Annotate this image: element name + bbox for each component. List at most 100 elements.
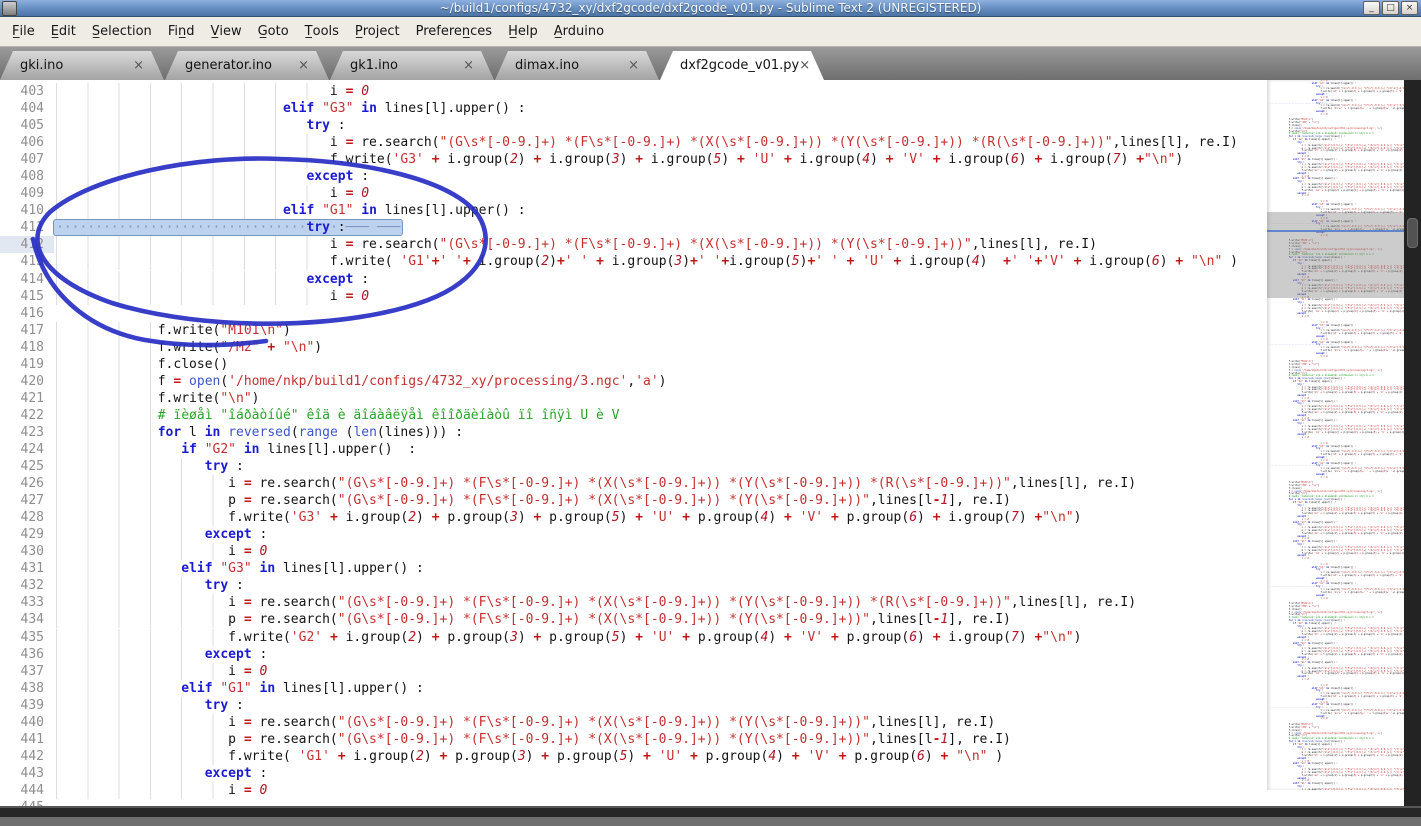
line-number: 418 <box>20 339 44 355</box>
line-number: 442 <box>20 748 44 764</box>
indent-guides <box>56 355 158 373</box>
line-number: 437 <box>20 663 44 679</box>
code-line: 434 p = re.search("(G\s*[-0-9.]+) *(F\s*[… <box>0 611 1267 629</box>
line-number: 422 <box>20 407 44 423</box>
menu-selection[interactable]: S̲election <box>84 21 160 42</box>
menu-find[interactable]: Fin̲d <box>160 21 203 42</box>
indent-guides <box>56 458 205 476</box>
code-line: 440 i = re.search("(G\s*[-0-9.]+) *(F\s*[… <box>0 713 1267 731</box>
code-line: 422 # ïèøåì "îáðàòíûé" êîä è äîáàâëÿåì êî… <box>0 406 1267 424</box>
code-line: 421 f.write("\n") <box>0 389 1267 407</box>
line-number: 440 <box>20 714 44 730</box>
code-line: 406 i = re.search("(G\s*[-0-9.]+) *(F\s*[… <box>0 134 1267 152</box>
line-number: 403 <box>20 84 44 99</box>
code-line: 417 f.write("M101\n") <box>0 321 1267 339</box>
indent-guides <box>56 713 229 731</box>
tab-close-icon[interactable]: × <box>463 58 494 73</box>
code-line: 414 except : <box>0 270 1267 288</box>
indent-guides <box>56 526 205 544</box>
tab-close-icon[interactable]: × <box>799 58 824 73</box>
indent-guides <box>56 781 229 799</box>
indent-guides <box>56 168 307 186</box>
window-title: ~/build1/configs/4732_xy/dxf2gcode/dxf2g… <box>439 1 982 15</box>
menu-help[interactable]: H̲elp <box>500 21 546 42</box>
maximize-button[interactable]: □ <box>1382 1 1399 15</box>
close-button[interactable]: × <box>1401 1 1418 15</box>
line-number: 410 <box>20 203 44 219</box>
menu-file[interactable]: F̲ile <box>4 21 43 42</box>
code-line: 419 f.close() <box>0 355 1267 373</box>
line-number: 429 <box>20 527 44 543</box>
code-line: 444 i = 0 <box>0 781 1267 799</box>
line-number: 421 <box>20 390 44 406</box>
indent-guides <box>56 83 330 100</box>
minimap-viewport[interactable] <box>1267 212 1404 298</box>
line-number: 433 <box>20 595 44 611</box>
minimize-button[interactable]: _ <box>1363 1 1380 15</box>
indent-guides <box>56 696 205 714</box>
line-number: 439 <box>20 697 44 713</box>
tab-close-icon[interactable]: × <box>133 58 164 73</box>
code-line: 409 i = 0 <box>0 185 1267 203</box>
menu-preferences[interactable]: Preferen̲ces <box>408 21 500 42</box>
indent-guides <box>56 730 229 748</box>
code-line: 436 except : <box>0 645 1267 663</box>
line-number: 431 <box>20 561 44 577</box>
menu-arduino[interactable]: A̲rduino <box>546 21 612 42</box>
line-number: 409 <box>20 186 44 202</box>
menu-tools[interactable]: T̲ools <box>297 21 347 42</box>
menu-bar: F̲ile E̲dit S̲election Fin̲d V̲iew G̲oto T̲ool… <box>0 17 1421 47</box>
line-number: 405 <box>20 118 44 134</box>
minimap-selection-marker <box>1267 230 1404 232</box>
scrollbar-thumb[interactable] <box>1407 218 1418 248</box>
status-bar <box>0 806 1421 826</box>
code-line: 420 f = open('/home/nkp/build1/configs/47… <box>0 372 1267 390</box>
indent-guides <box>56 628 229 646</box>
indent-guides <box>56 747 229 765</box>
line-number: 445 <box>0 799 54 806</box>
code-line: 413 f.write( 'G1'+' '+ i.group(2)+' ' + i… <box>0 253 1267 271</box>
tab-generator.ino[interactable]: generator.ino × <box>165 51 329 80</box>
tab-gk1.ino[interactable]: gk1.ino × <box>330 51 494 80</box>
tab-label: gk1.ino <box>350 58 398 73</box>
line-number: 423 <box>20 424 44 440</box>
code-line: 430 i = 0 <box>0 543 1267 561</box>
tab-close-icon[interactable]: × <box>628 58 659 73</box>
tab-label: dxf2gcode_v01.py <box>680 58 800 73</box>
menu-edit[interactable]: E̲dit <box>43 21 84 42</box>
tab-dxf2gcode_v01.py[interactable]: dxf2gcode_v01.py × <box>660 51 824 80</box>
menu-project[interactable]: P̲roject <box>347 21 408 42</box>
indent-guides <box>56 406 158 424</box>
line-number: 435 <box>20 629 44 645</box>
indent-guides <box>56 594 229 612</box>
code-line: 429 except : <box>0 526 1267 544</box>
code-line: 410 elif "G1" in lines[l].upper() : <box>0 202 1267 220</box>
code-editor[interactable]: 403 i = 0 404 elif "G3" in lines[l].upper()… <box>0 80 1267 806</box>
line-number: 424 <box>20 441 44 457</box>
tab-label: generator.ino <box>185 58 272 73</box>
tab-close-icon[interactable]: × <box>298 58 329 73</box>
indent-guides <box>56 662 229 680</box>
code-line: 412 i = re.search("(G\s*[-0-9.]+) *(F\s*[… <box>0 236 1267 254</box>
code-line: 442 f.write( 'G1' + i.group(2) + p.group(… <box>0 747 1267 765</box>
indent-guides <box>56 202 283 220</box>
line-number: 427 <box>20 493 44 509</box>
indent-guides <box>56 287 330 305</box>
indent-guides <box>56 389 158 407</box>
line-number: 428 <box>20 510 44 526</box>
minimap[interactable]: i = 0 elif "G3" in lines[l].upper() : tr… <box>1267 80 1404 790</box>
code-line: 445 <box>0 799 1267 806</box>
menu-view[interactable]: V̲iew <box>202 21 249 42</box>
code-line: 433 i = re.search("(G\s*[-0-9.]+) *(F\s*[… <box>0 594 1267 612</box>
indent-guides <box>56 577 205 595</box>
code-line: 416 <box>0 305 1267 322</box>
tab-gki.ino[interactable]: gki.ino × <box>0 51 164 80</box>
indent-guides <box>56 440 182 458</box>
code-line: 403 i = 0 <box>0 83 1267 100</box>
code-line: 441 p = re.search("(G\s*[-0-9.]+) *(F\s*[… <box>0 730 1267 748</box>
line-number: 411 <box>20 220 44 236</box>
menu-goto[interactable]: G̲oto <box>250 21 297 42</box>
line-number: 438 <box>20 680 44 696</box>
scrollbar-track[interactable] <box>1404 80 1421 826</box>
tab-dimax.ino[interactable]: dimax.ino × <box>495 51 659 80</box>
